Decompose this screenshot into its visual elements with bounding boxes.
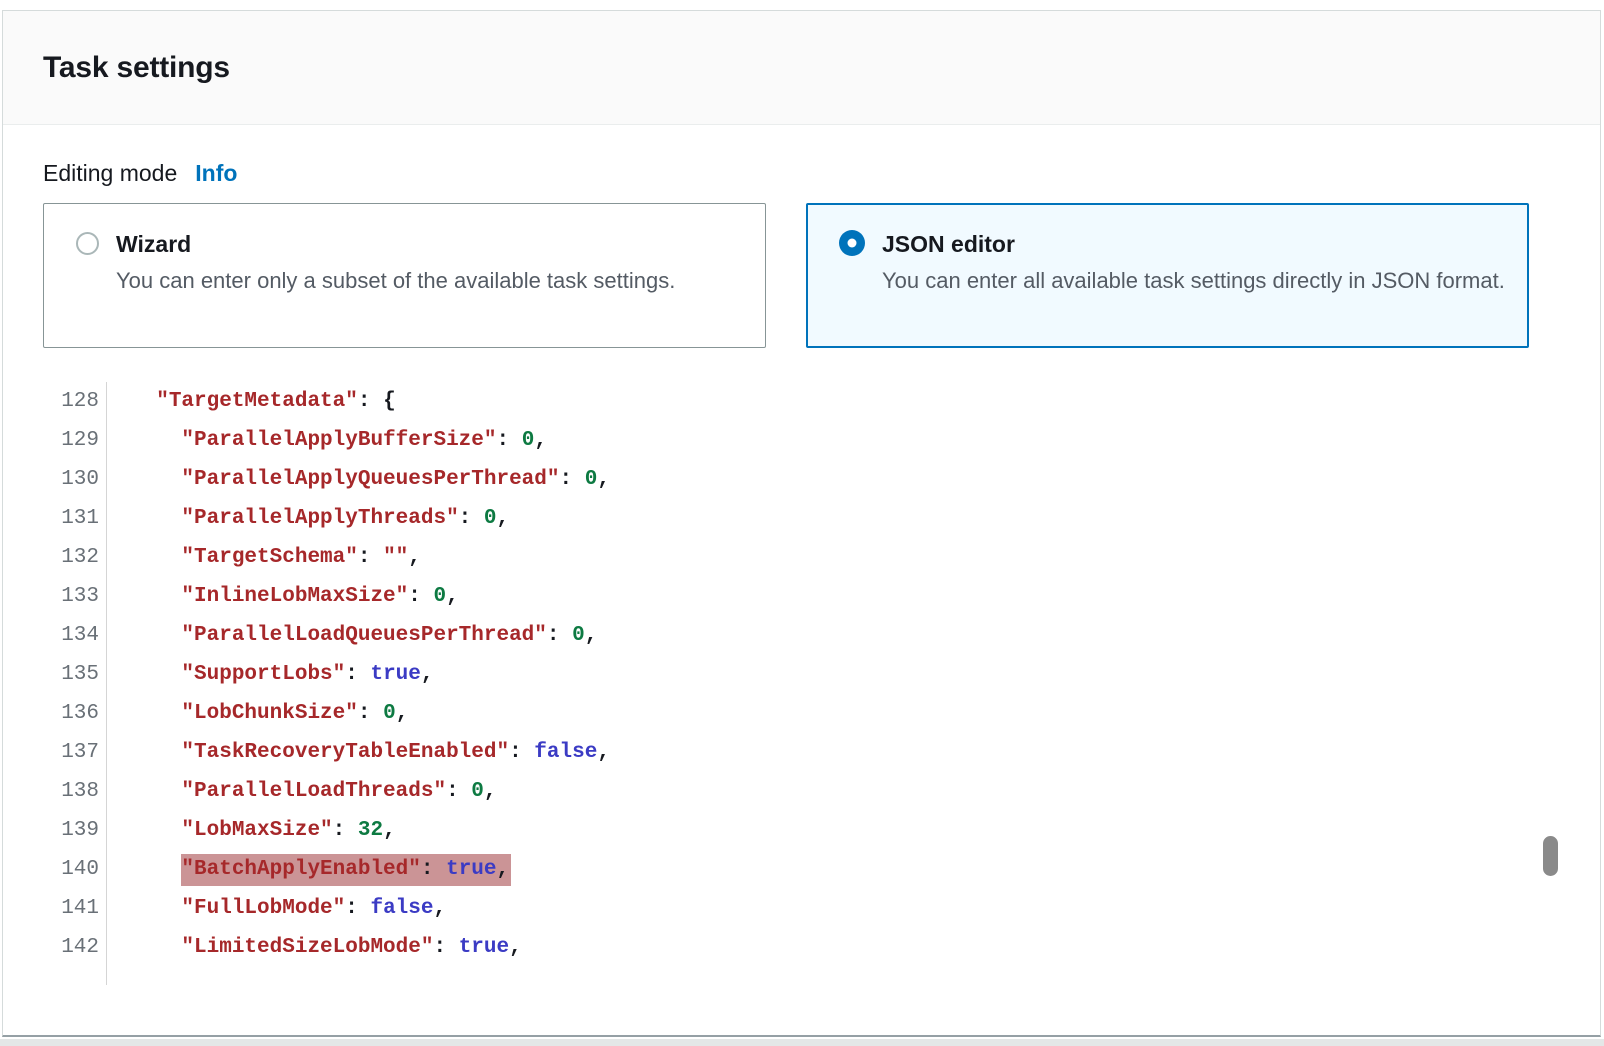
editing-mode-row: Editing mode Info [43,159,1560,187]
editing-mode-option-wizard[interactable]: Wizard You can enter only a subset of th… [43,203,766,348]
code-line[interactable]: 135 "SupportLobs": true, [43,655,1560,694]
tile-description: You can enter all available task setting… [882,265,1505,297]
line-number: 128 [43,382,99,421]
editing-mode-tiles: Wizard You can enter only a subset of th… [43,203,1560,348]
line-number: 135 [43,655,99,694]
panel-header: Task settings [3,11,1600,125]
code-line[interactable]: 134 "ParallelLoadQueuesPerThread": 0, [43,616,1560,655]
code-line[interactable]: 132 "TargetSchema": "", [43,538,1560,577]
code-line[interactable]: 137 "TaskRecoveryTableEnabled": false, [43,733,1560,772]
code-line[interactable]: 129 "ParallelApplyBufferSize": 0, [43,421,1560,460]
highlighted-code: "BatchApplyEnabled": true, [181,854,511,886]
panel-title: Task settings [43,51,230,85]
code-line-stub [43,967,1560,985]
editing-mode-label: Editing mode [43,160,177,186]
line-number: 134 [43,616,99,655]
tile-label: Wizard [116,229,675,259]
line-number: 136 [43,694,99,733]
tile-description: You can enter only a subset of the avail… [116,265,675,297]
line-number: 133 [43,577,99,616]
line-number: 130 [43,460,99,499]
code-line[interactable]: 138 "ParallelLoadThreads": 0, [43,772,1560,811]
tile-text: JSON editor You can enter all available … [882,229,1505,346]
line-number: 140 [43,850,99,889]
panel-body: Editing mode Info Wizard You can enter on… [3,159,1600,985]
code-line[interactable]: 131 "ParallelApplyThreads": 0, [43,499,1560,538]
code-line[interactable]: 133 "InlineLobMaxSize": 0, [43,577,1560,616]
editing-mode-option-json-editor[interactable]: JSON editor You can enter all available … [806,203,1529,348]
line-number: 129 [43,421,99,460]
code-line[interactable]: 140 "BatchApplyEnabled": true, [43,850,1560,889]
line-number: 138 [43,772,99,811]
code-line[interactable]: 139 "LobMaxSize": 32, [43,811,1560,850]
code-line[interactable]: 141 "FullLobMode": false, [43,889,1560,928]
code-line[interactable]: 136 "LobChunkSize": 0, [43,694,1560,733]
code-line[interactable]: 142 "LimitedSizeLobMode": true, [43,928,1560,967]
line-number: 137 [43,733,99,772]
tile-label: JSON editor [882,229,1505,259]
task-settings-panel: Task settings Editing mode Info Wizard Yo… [2,10,1601,1037]
info-link[interactable]: Info [195,160,237,186]
json-code-editor[interactable]: 128 "TargetMetadata": {129 "ParallelAppl… [43,382,1560,985]
tile-text: Wizard You can enter only a subset of th… [116,229,675,347]
line-number: 132 [43,538,99,577]
line-number: 142 [43,928,99,967]
radio-button-wizard[interactable] [76,232,99,255]
code-line[interactable]: 128 "TargetMetadata": { [43,382,1560,421]
bottom-strip [0,1039,1604,1046]
page: Task settings Editing mode Info Wizard Yo… [0,0,1604,1046]
code-line[interactable]: 130 "ParallelApplyQueuesPerThread": 0, [43,460,1560,499]
line-number: 131 [43,499,99,538]
radio-button-json-editor[interactable] [839,230,865,256]
line-number: 141 [43,889,99,928]
scrollbar-thumb[interactable] [1543,836,1558,876]
line-number: 139 [43,811,99,850]
